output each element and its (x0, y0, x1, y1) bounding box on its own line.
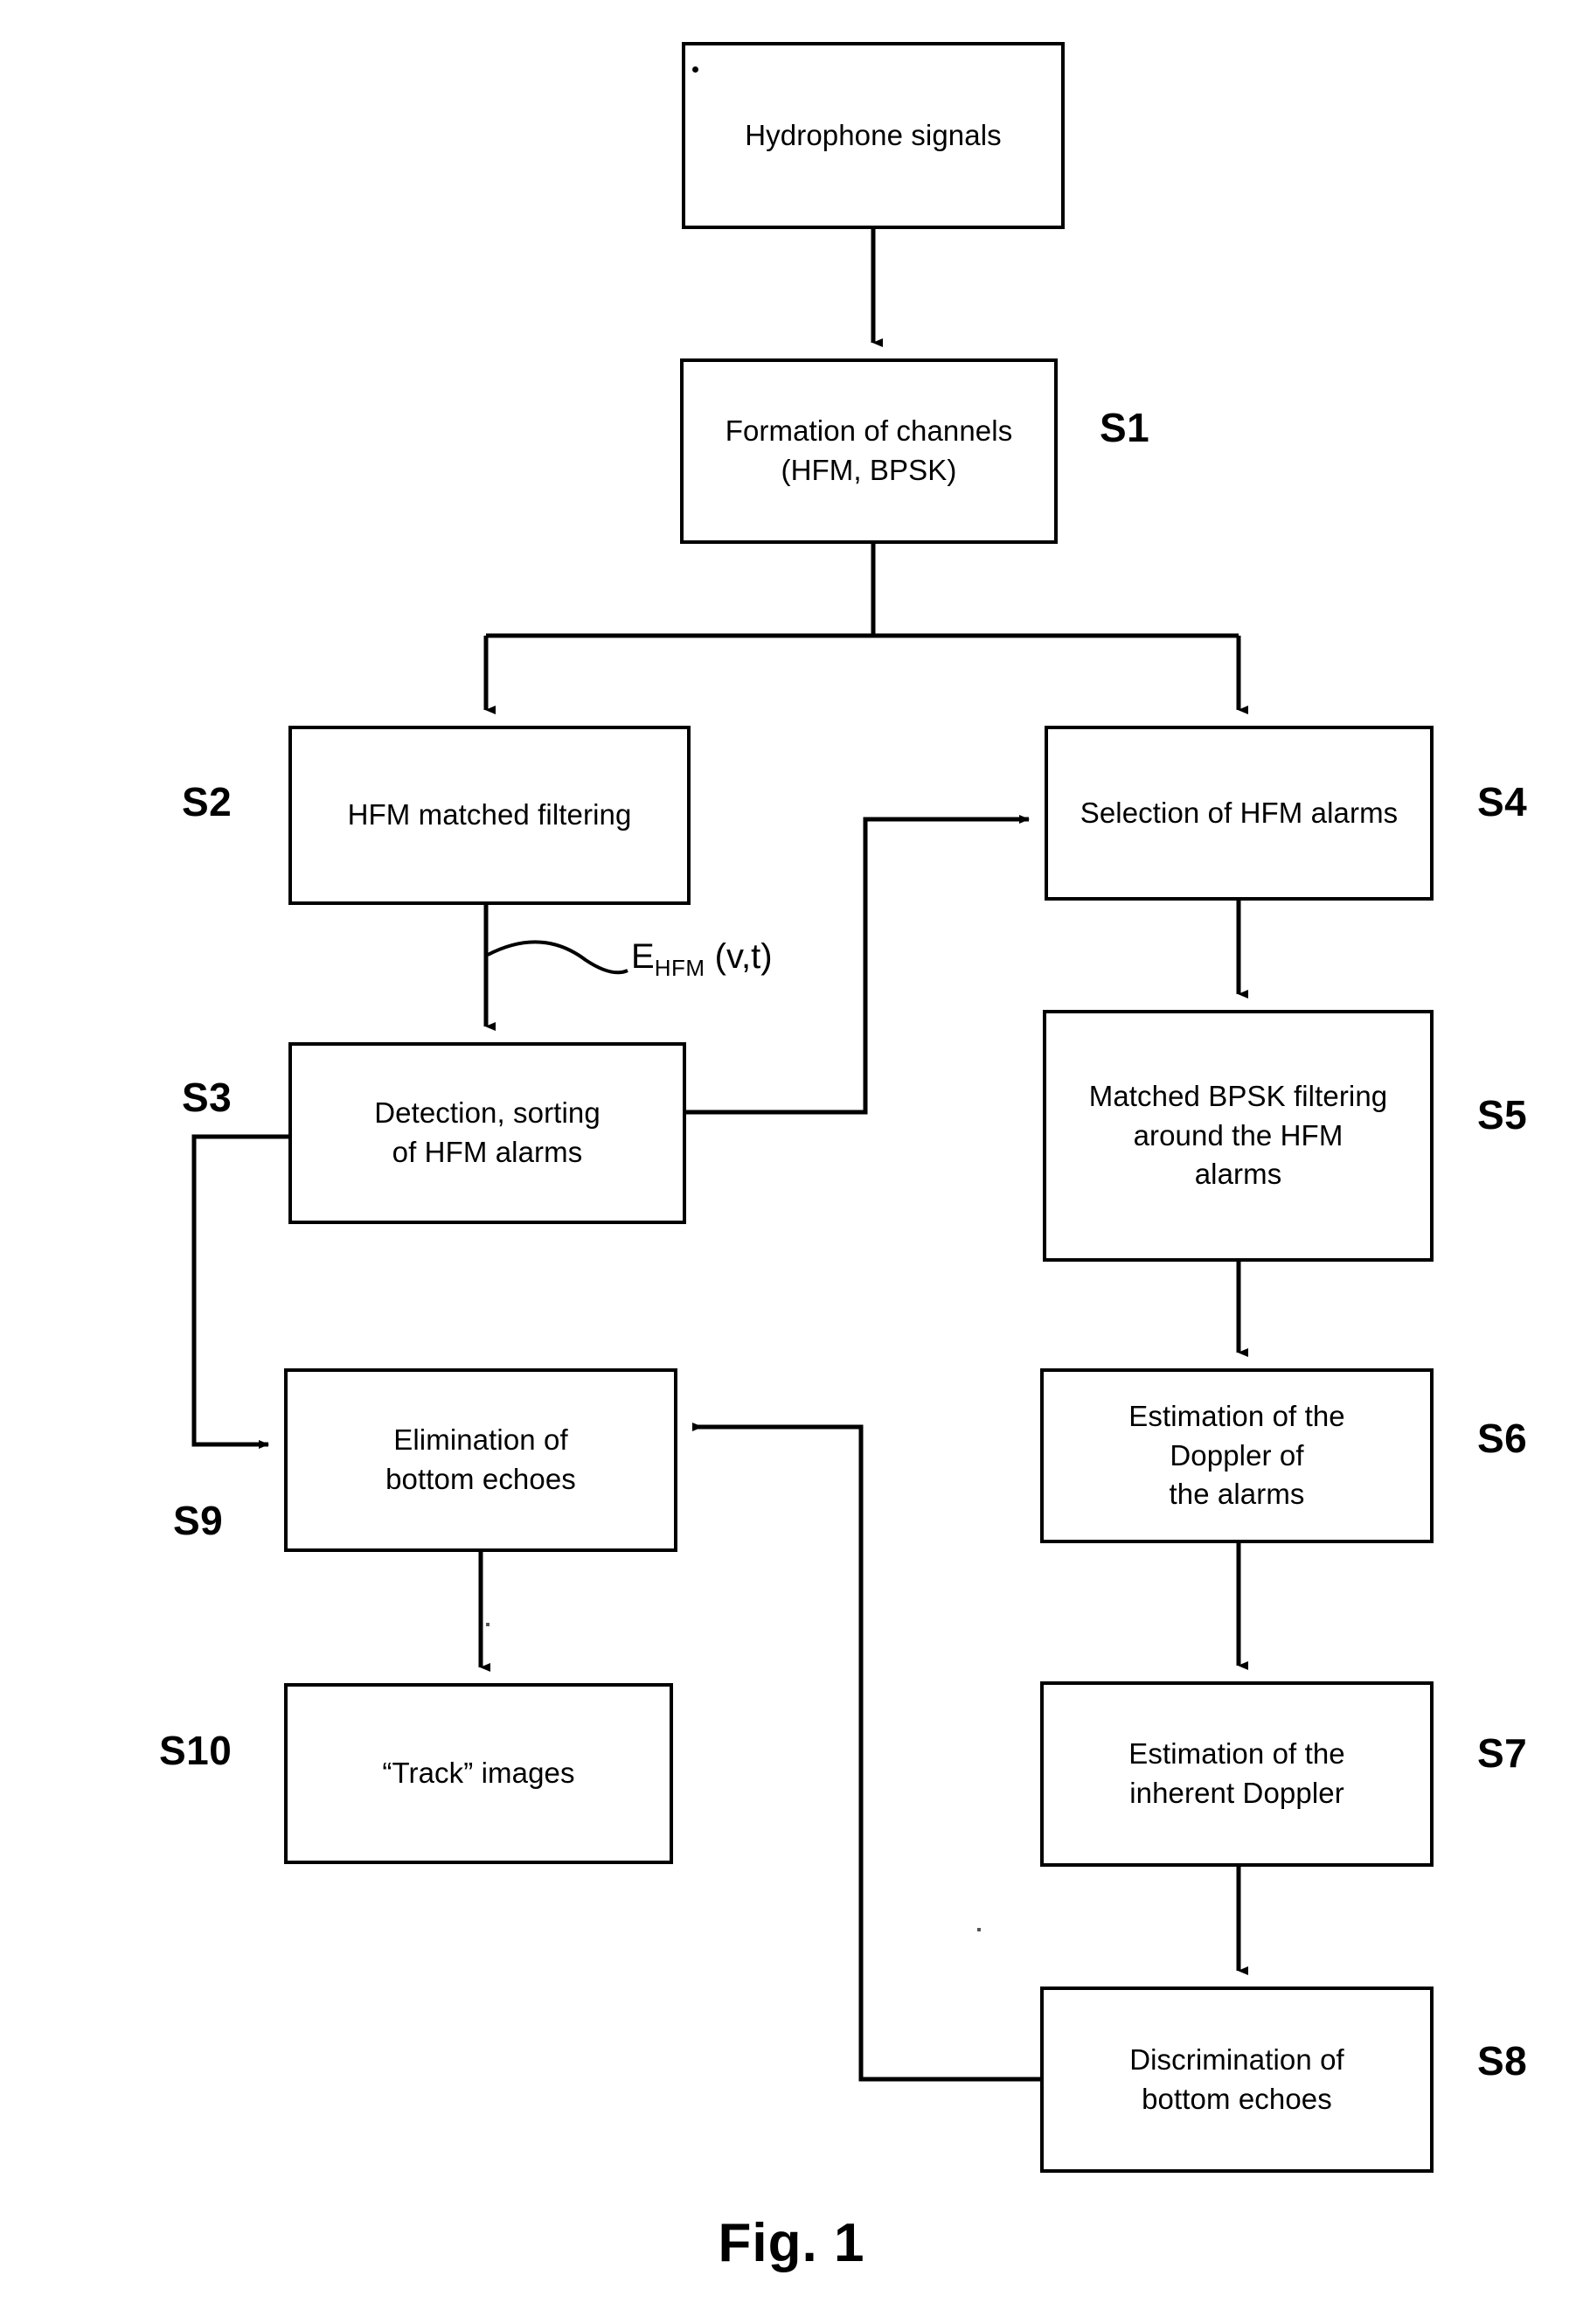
edge-s3-to-s9 (191, 1134, 288, 1449)
node-estimation-of-inherent-doppler: Estimation of the inherent Doppler (1040, 1681, 1434, 1867)
node-formation-of-channels-label: Formation of channels (HFM, BPSK) (725, 414, 1013, 486)
node-detection-sorting-of-hfm-alarms-label: Detection, sorting of HFM alarms (374, 1096, 601, 1168)
node-hydrophone-signals: Hydrophone signals (682, 42, 1065, 229)
signal-label-ehfm-subscript: HFM (654, 955, 705, 981)
node-estimation-of-inherent-doppler-label: Estimation of the inherent Doppler (1128, 1737, 1345, 1809)
scan-speck (692, 66, 698, 73)
figure-canvas: Hydrophone signals Formation of channels… (0, 0, 1583, 2324)
node-selection-of-hfm-alarms-label: Selection of HFM alarms (1080, 796, 1399, 829)
step-tag-s9: S9 (173, 1498, 224, 1543)
node-elimination-of-bottom-echoes: Elimination of bottom echoes (284, 1368, 677, 1552)
node-discrimination-of-bottom-echoes-label: Discrimination of bottom echoes (1129, 2042, 1344, 2115)
scan-speck (977, 1928, 981, 1931)
figure-caption: Fig. 1 (718, 2213, 865, 2273)
step-tag-s7: S7 (1477, 1730, 1528, 1776)
edge-s8-to-s9-feedback (692, 1423, 1040, 2082)
step-tag-s10: S10 (159, 1728, 233, 1773)
node-estimation-of-doppler-of-alarms-label: Estimation of the Doppler of the alarms (1128, 1400, 1345, 1511)
node-hfm-matched-filtering-label: HFM matched filtering (347, 798, 632, 831)
signal-label-ehfm: EHFM (v,t) (631, 937, 773, 982)
node-hydrophone-signals-label: Hydrophone signals (745, 118, 1002, 151)
step-tag-s8: S8 (1477, 2038, 1528, 2084)
node-formation-of-channels: Formation of channels (HFM, BPSK) (680, 358, 1058, 544)
step-tag-s4: S4 (1477, 779, 1528, 825)
node-estimation-of-doppler-of-alarms: Estimation of the Doppler of the alarms (1040, 1368, 1434, 1543)
step-tag-s5: S5 (1477, 1092, 1528, 1138)
step-tag-s1: S1 (1100, 405, 1150, 450)
signal-label-ehfm-args: (v,t) (705, 937, 773, 976)
scan-speck (486, 1623, 489, 1626)
step-tag-s3: S3 (182, 1075, 233, 1120)
node-matched-bpsk-filtering-label: Matched BPSK filtering around the HFM al… (1088, 1080, 1388, 1191)
node-discrimination-of-bottom-echoes: Discrimination of bottom echoes (1040, 1987, 1434, 2173)
node-hfm-matched-filtering: HFM matched filtering (288, 726, 691, 905)
node-matched-bpsk-filtering: Matched BPSK filtering around the HFM al… (1043, 1010, 1434, 1262)
step-tag-s2: S2 (182, 779, 233, 825)
node-elimination-of-bottom-echoes-label: Elimination of bottom echoes (385, 1423, 576, 1495)
node-track-images: “Track” images (284, 1683, 673, 1864)
node-track-images-label: “Track” images (382, 1757, 575, 1790)
signal-label-ehfm-base: E (631, 937, 655, 976)
step-tag-s6: S6 (1477, 1416, 1528, 1461)
edge-label-leader (487, 940, 628, 975)
node-detection-sorting-of-hfm-alarms: Detection, sorting of HFM alarms (288, 1042, 686, 1224)
node-selection-of-hfm-alarms: Selection of HFM alarms (1045, 726, 1434, 901)
